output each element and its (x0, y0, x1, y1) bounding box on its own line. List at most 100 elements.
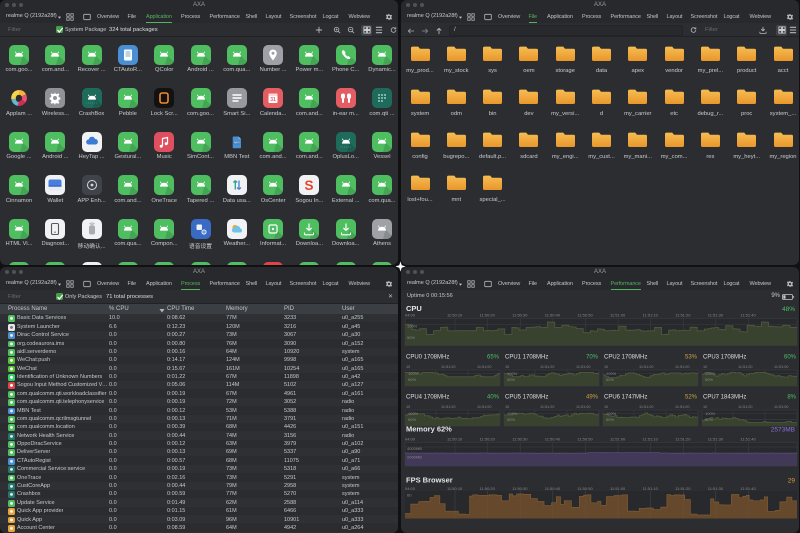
svg-text:CPU3 1708MHz: CPU3 1708MHz (703, 355, 746, 361)
svg-text:100%: 100% (507, 371, 518, 376)
svg-text:100%: 100% (507, 411, 518, 416)
svg-text:50%: 50% (705, 377, 713, 382)
svg-text:11:51:20: 11:51:20 (540, 365, 555, 369)
svg-text:11:51:20: 11:51:20 (738, 405, 753, 409)
svg-text:CPU4 1708MHz: CPU4 1708MHz (406, 395, 449, 401)
svg-text:50%: 50% (408, 417, 416, 422)
svg-text:11:51:40: 11:51:40 (740, 486, 756, 491)
svg-text:11:51:10: 11:51:10 (643, 486, 659, 491)
svg-text:04:00: 04:00 (405, 437, 416, 442)
svg-text:10: 10 (604, 405, 608, 409)
svg-text:CPU2 1708MHz: CPU2 1708MHz (604, 355, 647, 361)
svg-text:11:51:00: 11:51:00 (576, 365, 591, 369)
svg-text:2000MB: 2000MB (407, 455, 422, 460)
svg-text:2573MB: 2573MB (771, 427, 795, 434)
svg-text:11:51:30: 11:51:30 (708, 313, 724, 318)
svg-text:11:50:40: 11:50:40 (545, 486, 561, 491)
svg-text:11:50:30: 11:50:30 (512, 313, 528, 318)
svg-text:8%: 8% (787, 395, 796, 401)
svg-text:11:50:40: 11:50:40 (545, 437, 561, 442)
svg-text:60%: 60% (784, 355, 797, 361)
svg-text:49%: 49% (586, 395, 599, 401)
svg-text:11:51:00: 11:51:00 (477, 365, 492, 369)
svg-text:11:51:20: 11:51:20 (639, 365, 654, 369)
svg-text:100%: 100% (606, 371, 617, 376)
svg-text:31: 31 (270, 97, 276, 103)
svg-text:11:50:50: 11:50:50 (577, 486, 593, 491)
svg-text:50%: 50% (407, 335, 415, 340)
svg-text:10: 10 (406, 365, 410, 369)
svg-text:11:51:40: 11:51:40 (740, 313, 756, 318)
svg-text:100%: 100% (407, 324, 418, 329)
svg-text:11:51:30: 11:51:30 (708, 437, 724, 442)
svg-text:CPU5 1708MHz: CPU5 1708MHz (505, 395, 548, 401)
svg-text:11:51:40: 11:51:40 (740, 437, 756, 442)
svg-text:11:51:00: 11:51:00 (675, 365, 690, 369)
svg-text:11:51:20: 11:51:20 (441, 365, 456, 369)
svg-text:11:51:10: 11:51:10 (643, 437, 659, 442)
svg-text:04:00: 04:00 (405, 486, 416, 491)
svg-text:11:51:20: 11:51:20 (675, 437, 691, 442)
svg-text:70%: 70% (586, 355, 599, 361)
svg-text:11:50:20: 11:50:20 (480, 437, 496, 442)
svg-text:11:50:10: 11:50:10 (447, 486, 463, 491)
svg-text:CPU7 1843MHz: CPU7 1843MHz (703, 395, 746, 401)
svg-text:11:50:30: 11:50:30 (512, 437, 528, 442)
svg-text:11:50:40: 11:50:40 (545, 313, 561, 318)
svg-text:11:51:20: 11:51:20 (441, 405, 456, 409)
svg-text:100%: 100% (408, 411, 419, 416)
svg-text:MBN: MBN (234, 140, 240, 144)
svg-text:4000MB: 4000MB (407, 446, 422, 451)
svg-text:04:00: 04:00 (405, 313, 416, 318)
svg-text:100%: 100% (408, 371, 419, 376)
svg-text:53%: 53% (685, 355, 698, 361)
svg-text:40%: 40% (487, 395, 500, 401)
svg-text:CPU0 1708MHz: CPU0 1708MHz (406, 355, 449, 361)
svg-text:11:51:20: 11:51:20 (675, 313, 691, 318)
svg-text:65%: 65% (487, 355, 500, 361)
svg-text:11:50:30: 11:50:30 (512, 486, 528, 491)
svg-text:11:51:20: 11:51:20 (540, 405, 555, 409)
svg-text:11:50:10: 11:50:10 (447, 437, 463, 442)
svg-text:11:51:00: 11:51:00 (477, 405, 492, 409)
svg-text:100%: 100% (606, 411, 617, 416)
svg-text:CPU1 1708MHz: CPU1 1708MHz (505, 355, 548, 361)
svg-text:50%: 50% (705, 417, 713, 422)
svg-text:CPU6 1747MHz: CPU6 1747MHz (604, 395, 647, 401)
svg-text:50%: 50% (606, 417, 614, 422)
svg-text:11:51:00: 11:51:00 (610, 437, 626, 442)
svg-text:11:50:50: 11:50:50 (577, 313, 593, 318)
svg-text:50%: 50% (408, 377, 416, 382)
svg-text:11:50:20: 11:50:20 (480, 313, 496, 318)
svg-text:11:51:10: 11:51:10 (643, 313, 659, 318)
svg-text:10: 10 (505, 405, 509, 409)
svg-text:11:50:20: 11:50:20 (480, 486, 496, 491)
svg-text:50%: 50% (507, 377, 515, 382)
svg-text:11:51:20: 11:51:20 (675, 486, 691, 491)
svg-text:11:51:00: 11:51:00 (774, 365, 789, 369)
svg-text:11:51:00: 11:51:00 (774, 405, 789, 409)
svg-text:11:51:00: 11:51:00 (610, 313, 626, 318)
svg-text:100%: 100% (705, 371, 716, 376)
svg-text:50%: 50% (606, 377, 614, 382)
svg-text:10: 10 (703, 405, 707, 409)
svg-text:11:51:20: 11:51:20 (738, 365, 753, 369)
svg-text:Memory 62%: Memory 62% (406, 425, 452, 434)
svg-text:10: 10 (604, 365, 608, 369)
svg-text:S: S (305, 178, 314, 193)
svg-text:11:51:30: 11:51:30 (708, 486, 724, 491)
svg-text:29: 29 (788, 478, 796, 485)
svg-text:11:51:00: 11:51:00 (576, 405, 591, 409)
svg-text:10: 10 (505, 365, 509, 369)
svg-text:11:50:50: 11:50:50 (577, 437, 593, 442)
svg-text:60: 60 (407, 493, 412, 498)
svg-text:11:50:10: 11:50:10 (447, 313, 463, 318)
svg-text:FPS Browser: FPS Browser (406, 476, 453, 485)
svg-text:11:51:00: 11:51:00 (610, 486, 626, 491)
svg-text:10: 10 (703, 365, 707, 369)
svg-text:52%: 52% (685, 395, 698, 401)
svg-text:100%: 100% (705, 411, 716, 416)
svg-text:48%: 48% (782, 306, 795, 313)
svg-text:11:51:00: 11:51:00 (675, 405, 690, 409)
svg-text:11:51:20: 11:51:20 (639, 405, 654, 409)
